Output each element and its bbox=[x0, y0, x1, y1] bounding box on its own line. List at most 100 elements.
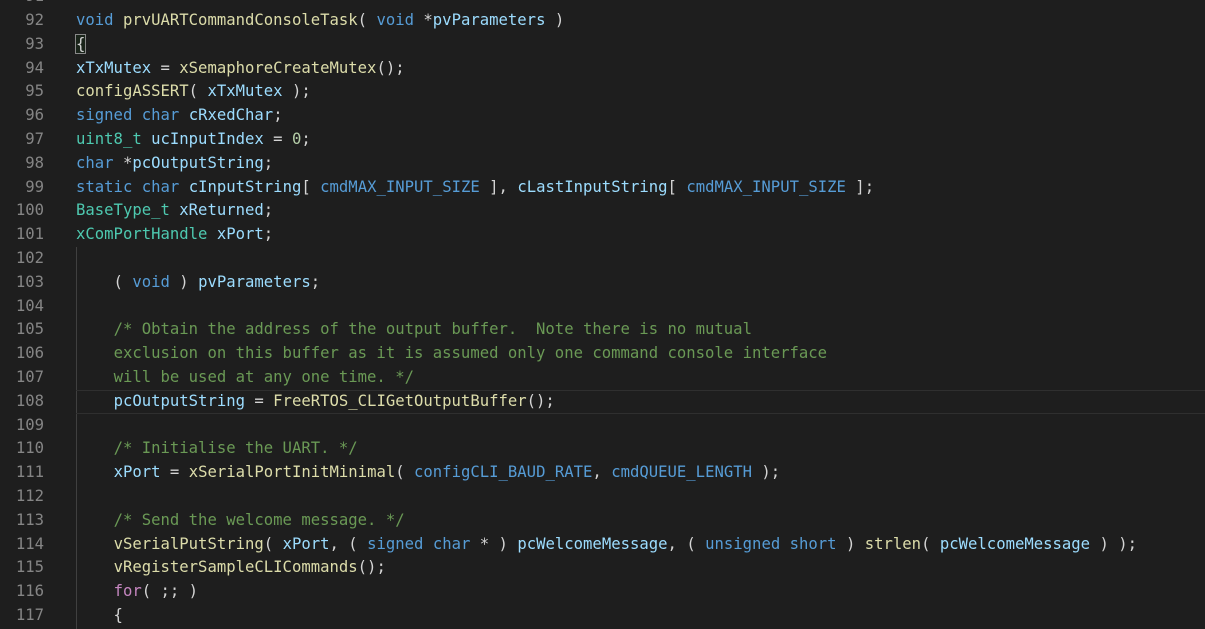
line-number: 101 bbox=[15, 225, 44, 244]
code-line[interactable]: uint8_t ucInputIndex = 0; bbox=[76, 128, 1205, 152]
code-line[interactable]: /* Initialise the UART. */ bbox=[76, 437, 1205, 461]
code-line[interactable]: /* Send the welcome message. */ bbox=[76, 509, 1205, 533]
code-token: ; bbox=[263, 153, 274, 172]
line-number: 106 bbox=[15, 344, 44, 363]
line-number: 110 bbox=[15, 439, 44, 458]
code-token: ; bbox=[273, 106, 283, 125]
code-token: vRegisterSampleCLICommands bbox=[113, 558, 358, 577]
line-number: 102 bbox=[15, 249, 44, 267]
code-token: , bbox=[592, 463, 612, 482]
line-number: 91 bbox=[0, 0, 44, 9]
code-token: ) bbox=[836, 534, 865, 553]
code-token: ( bbox=[395, 463, 415, 482]
line-number: 115 bbox=[15, 558, 44, 577]
code-line[interactable]: exclusion on this buffer as it is assume… bbox=[76, 342, 1205, 366]
code-token: strlen bbox=[864, 534, 922, 553]
code-token: FreeRTOS_CLIGetOutputBuffer bbox=[273, 391, 527, 410]
code-token: ; bbox=[263, 201, 274, 220]
code-token: [ bbox=[301, 177, 321, 196]
code-token: (); bbox=[526, 391, 555, 410]
code-line[interactable]: vRegisterSampleCLICommands(); bbox=[76, 556, 1205, 580]
code-token: pvParameters bbox=[198, 272, 311, 291]
code-token: void bbox=[376, 11, 415, 29]
code-token: configCLI_BAUD_RATE bbox=[414, 463, 593, 482]
code-line[interactable]: void prvUARTCommandConsoleTask( void *pv… bbox=[76, 9, 1205, 33]
code-token: [ bbox=[667, 177, 687, 196]
code-line[interactable]: ( void ) pvParameters; bbox=[76, 271, 1205, 295]
code-line[interactable]: for( ;; ) bbox=[76, 580, 1205, 604]
line-number: 96 bbox=[25, 106, 44, 125]
code-line[interactable]: xPort = xSerialPortInitMinimal( configCL… bbox=[76, 461, 1205, 485]
code-line[interactable]: { bbox=[74, 33, 1205, 57]
code-line[interactable]: /* Obtain the address of the output buff… bbox=[76, 318, 1205, 342]
code-token: /* Obtain the address of the output buff… bbox=[113, 320, 752, 339]
line-number: 103 bbox=[15, 272, 44, 291]
code-token: static bbox=[76, 177, 133, 196]
code-line[interactable] bbox=[76, 295, 1205, 319]
code-token: (); bbox=[357, 558, 386, 577]
code-line[interactable]: char *pcOutputString; bbox=[76, 152, 1205, 176]
code-line[interactable]: static char cInputString[ cmdMAX_INPUT_S… bbox=[76, 176, 1205, 200]
code-token: void bbox=[132, 272, 170, 291]
code-token: char bbox=[432, 534, 471, 553]
code-token: will be used at any one time. */ bbox=[113, 368, 414, 386]
line-number: 104 bbox=[15, 296, 44, 315]
code-token: xTxMutex bbox=[207, 82, 283, 101]
code-token: ); bbox=[752, 463, 781, 482]
code-token: ; bbox=[263, 225, 274, 244]
code-token: unsigned bbox=[705, 534, 781, 553]
code-line[interactable]: vSerialPutString( xPort, ( signed char *… bbox=[76, 533, 1205, 557]
code-line[interactable] bbox=[76, 414, 1205, 438]
code-token: xPort bbox=[282, 534, 330, 553]
code-editor[interactable]: 91 92 93 94 95 96 97 98 99 100 101 102 103 104 105 106 1… bbox=[0, 0, 1205, 629]
code-token: configASSERT bbox=[76, 82, 189, 101]
code-line[interactable]: xComPortHandle xPort; bbox=[76, 223, 1205, 247]
code-line[interactable] bbox=[76, 485, 1205, 509]
code-line[interactable]: configASSERT( xTxMutex ); bbox=[76, 80, 1205, 104]
line-number: 107 bbox=[15, 368, 44, 386]
code-token: /* Send the welcome message. */ bbox=[113, 510, 405, 529]
code-token: , ( bbox=[329, 534, 368, 553]
code-token: xSerialPortInitMinimal bbox=[188, 463, 396, 482]
code-token: ; bbox=[301, 130, 311, 148]
code-token: 0 bbox=[291, 130, 302, 148]
line-number: 117 bbox=[15, 606, 44, 624]
code-token: { bbox=[76, 606, 123, 624]
code-token: ( bbox=[357, 11, 377, 29]
code-token: BaseType_t bbox=[76, 201, 170, 220]
code-token: pcOutputString bbox=[132, 153, 264, 172]
code-token: signed bbox=[367, 534, 424, 553]
code-line[interactable]: will be used at any one time. */ bbox=[76, 366, 1205, 390]
code-token: ( bbox=[921, 534, 940, 553]
code-line[interactable]: { bbox=[76, 604, 1205, 628]
code-token: ( bbox=[188, 82, 208, 101]
code-line[interactable]: signed char cRxedChar; bbox=[76, 104, 1205, 128]
current-code-line[interactable]: pcOutputString = FreeRTOS_CLIGetOutputBu… bbox=[76, 390, 1205, 414]
line-number: 105 bbox=[15, 320, 44, 339]
code-token: for bbox=[113, 582, 142, 601]
code-token: ( bbox=[263, 534, 283, 553]
code-token: ) bbox=[545, 11, 565, 29]
code-token: xPort bbox=[216, 225, 264, 244]
code-token: cLastInputString bbox=[517, 177, 668, 196]
code-token: /* Initialise the UART. */ bbox=[113, 439, 358, 458]
code-token: cmdQUEUE_LENGTH bbox=[611, 463, 753, 482]
code-token: char bbox=[141, 106, 180, 125]
code-line[interactable]: xTxMutex = xSemaphoreCreateMutex(); bbox=[76, 57, 1205, 81]
code-token: ucInputIndex bbox=[151, 130, 264, 148]
code-token: xComPortHandle bbox=[76, 225, 208, 244]
code-line[interactable]: BaseType_t xReturned; bbox=[76, 199, 1205, 223]
code-token: xTxMutex bbox=[76, 58, 152, 77]
code-line[interactable] bbox=[76, 247, 1205, 271]
